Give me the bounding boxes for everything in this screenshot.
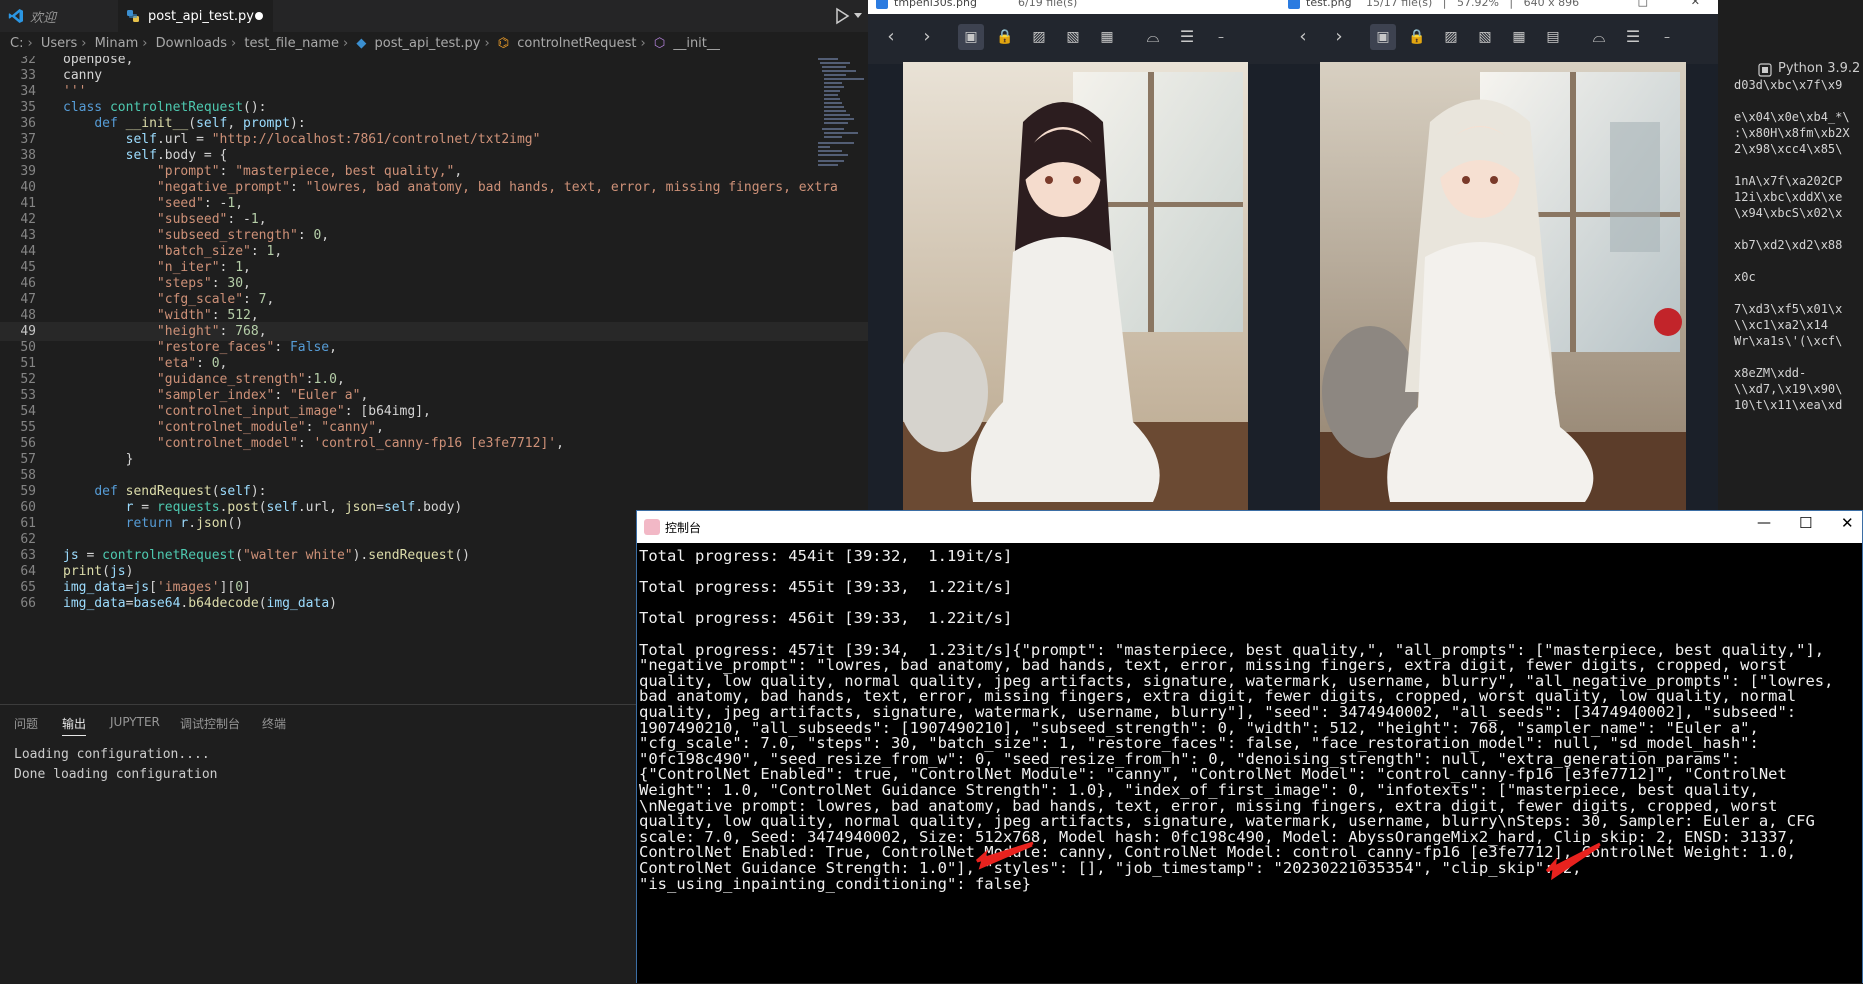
lock-icon[interactable]: 🔒	[992, 24, 1018, 50]
image-icon[interactable]: ▨	[1438, 24, 1464, 50]
minimize-icon[interactable]: –	[1208, 24, 1234, 50]
app-icon	[876, 0, 888, 9]
app-icon	[1288, 0, 1300, 9]
code-text: img_data=base64.b64decode(img_data)	[63, 596, 337, 611]
viewer-info: 15/17 file(s) | 57.92% | 640 x 896	[1366, 0, 1580, 9]
python-icon: ◆	[356, 36, 367, 51]
hex-line: 10\t\x11\xea\xd	[1734, 398, 1843, 412]
breadcrumb-item[interactable]: test_file_name	[244, 36, 339, 51]
edit-icon[interactable]: ⌓	[1586, 24, 1612, 50]
menu-icon[interactable]: ☰	[1620, 24, 1646, 50]
panel-tab-jupyter[interactable]: JUPYTER	[110, 715, 160, 729]
hex-line: :\x80H\x8fm\xb2X	[1734, 126, 1850, 140]
chevron-down-icon[interactable]	[854, 13, 862, 18]
compare-icon[interactable]: ▦	[1506, 24, 1532, 50]
next-icon[interactable]: ›	[914, 24, 940, 50]
unsaved-dot-icon	[255, 12, 263, 20]
edit-icon[interactable]: ⌓	[1140, 24, 1166, 50]
method-symbol-icon: ⬡	[653, 36, 666, 51]
viewer-toolbar: ‹ › ▣ 🔒 ▨ ▧ ▦ ⌓ ☰ –	[868, 14, 1280, 64]
breadcrumb-item[interactable]: controlnetRequest	[517, 36, 636, 51]
fit-view-icon[interactable]: ▣	[958, 24, 984, 50]
image-viewer-left: tmpeni30s.png 6/19 file(s) ‹ › ▣ 🔒 ▨ ▧ ▦…	[868, 0, 1280, 510]
breadcrumb: C: › Users › Minam › Downloads › test_file_n…	[0, 32, 868, 56]
hex-line: 2\x98\xcc4\x85\	[1734, 142, 1843, 156]
hex-line: 12i\xbc\xddX\xe	[1734, 190, 1843, 204]
tab-post-api-test[interactable]: post_api_test.py	[118, 0, 273, 32]
hex-line: \\xd7,\x19\x90\	[1734, 382, 1843, 396]
breadcrumb-item[interactable]: __init__	[673, 36, 720, 51]
viewer-info: 6/19 file(s)	[1018, 0, 1078, 9]
slideshow-icon[interactable]: ▤	[1540, 24, 1566, 50]
viewer-title: test.png	[1306, 0, 1352, 9]
gallery-icon[interactable]: ▧	[1472, 24, 1498, 50]
line-number: 66	[20, 596, 36, 611]
editor-tab-bar: 欢迎 post_api_test.py	[0, 0, 868, 32]
panel-tab-problems[interactable]: 问题	[14, 715, 38, 732]
tab-label: post_api_test.py	[148, 8, 254, 24]
output-strip: Python 3.9.2 d03d\xbc\x7f\x9 e\x04\x0e\xb…	[1718, 0, 1863, 530]
class-symbol-icon: ⌬	[497, 36, 510, 51]
breadcrumb-item[interactable]: C:	[10, 36, 23, 51]
panel-tab-debug-console[interactable]: 调试控制台	[180, 715, 240, 732]
close-icon[interactable]: ✕	[1691, 0, 1700, 8]
viewer-title: tmpeni30s.png	[894, 0, 977, 9]
panel-tab-terminal[interactable]: 终端	[262, 715, 286, 732]
hex-line: xb7\xd2\xd2\x88	[1734, 238, 1843, 252]
python-icon	[126, 9, 140, 23]
vscode-icon	[8, 8, 24, 24]
hex-line: \\xc1\xa2\x14	[1734, 318, 1828, 332]
minimap[interactable]	[818, 56, 868, 196]
hex-line: e\x04\x0e\xb4_*\	[1734, 110, 1850, 124]
maximize-icon[interactable]: □	[1638, 0, 1648, 8]
output-line: Done loading configuration	[14, 767, 218, 782]
fit-view-icon[interactable]: ▣	[1370, 24, 1396, 50]
lock-icon[interactable]: 🔒	[1404, 24, 1430, 50]
breadcrumb-item[interactable]: Downloads	[156, 36, 227, 51]
hex-line: d03d\xbc\x7f\x9	[1734, 78, 1843, 92]
annotation-layer	[976, 841, 1601, 881]
breadcrumb-item[interactable]: Users	[41, 36, 77, 51]
slideshow-icon[interactable]: ▦	[1094, 24, 1120, 50]
hex-line: 1nA\x7f\xa202CP	[1734, 174, 1843, 188]
next-icon[interactable]: ›	[1326, 24, 1352, 50]
console-window: 控制台 — ☐ ✕ Total progress: 454it [39:32, …	[636, 510, 1863, 983]
hex-line: x8eZM\xdd-	[1734, 366, 1807, 380]
viewer-title-bar: test.png 15/17 file(s) | 57.92% | 640 x …	[1280, 0, 1718, 14]
play-icon[interactable]	[832, 6, 852, 26]
hex-line: \x94\xbcS\x02\x	[1734, 206, 1843, 220]
prev-icon[interactable]: ‹	[878, 24, 904, 50]
tab-label: 欢迎	[30, 10, 57, 26]
hex-line: x0c	[1734, 270, 1756, 284]
menu-icon[interactable]: ☰	[1174, 24, 1200, 50]
output-line: Loading configuration....	[14, 747, 210, 762]
breadcrumb-item[interactable]: post_api_test.py	[374, 36, 480, 51]
python-version-label[interactable]: Python 3.9.2	[1778, 61, 1860, 76]
gallery-icon[interactable]: ▧	[1060, 24, 1086, 50]
panel-tab-output[interactable]: 输出	[62, 715, 87, 736]
hex-line: Wr\xa1s\'(\xcf\	[1734, 334, 1843, 348]
generated-image	[898, 62, 1248, 510]
image-icon[interactable]: ▨	[1026, 24, 1052, 50]
viewer-toolbar: ‹ › ▣ 🔒 ▨ ▧ ▦ ▤ ⌓ ☰ –	[1280, 14, 1718, 64]
generated-image	[1320, 62, 1686, 510]
viewer-title-bar: tmpeni30s.png 6/19 file(s)	[868, 0, 1280, 14]
hex-line: 7\xd3\xf5\x01\x	[1734, 302, 1843, 316]
breadcrumb-item[interactable]: Minam	[95, 36, 139, 51]
annotation-arrow-icon	[976, 841, 1034, 870]
image-viewer-right: test.png 15/17 file(s) | 57.92% | 640 x …	[1280, 0, 1718, 510]
bottom-panel: 问题 输出 JUPYTER 调试控制台 终端 Loading configura…	[0, 704, 640, 984]
minimize-icon[interactable]: –	[1654, 24, 1680, 50]
tab-welcome[interactable]: 欢迎	[0, 0, 118, 32]
annotation-arrow-icon	[1545, 842, 1601, 881]
python-icon	[1758, 62, 1772, 77]
prev-icon[interactable]: ‹	[1290, 24, 1316, 50]
